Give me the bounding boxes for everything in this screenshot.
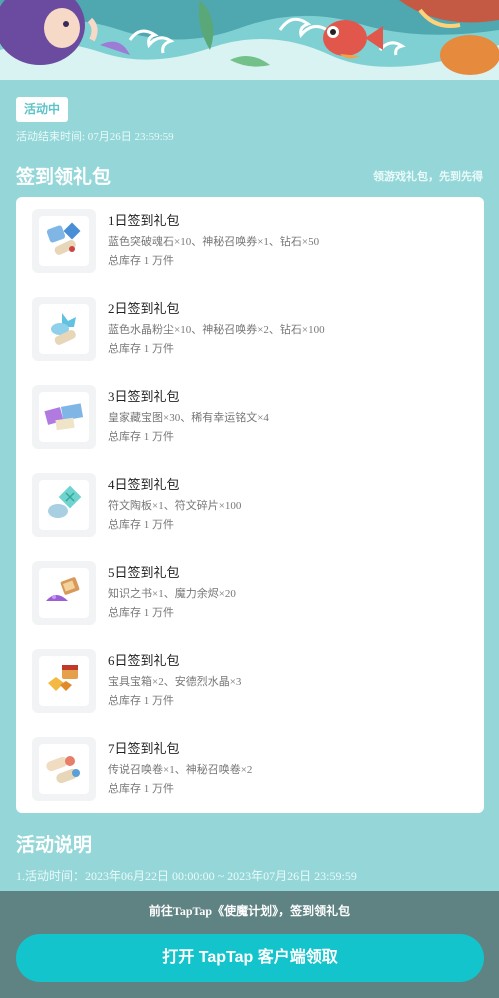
gift-name: 1日签到礼包 (108, 213, 180, 228)
gift-desc: 蓝色水晶粉尘×10、神秘召唤券×2、钻石×100 (108, 324, 325, 336)
gift-stock: 总库存 1 万件 (108, 519, 174, 531)
gift-name: 2日签到礼包 (108, 301, 180, 316)
gift-desc: 蓝色突破魂石×10、神秘召唤券×1、钻石×50 (108, 236, 320, 248)
gift-stock: 总库存 1 万件 (108, 255, 174, 267)
gift-section-hint: 领游戏礼包，先到先得 (373, 171, 483, 183)
book-ember-icon (32, 561, 96, 625)
bottom-tip: 前往TapTap《使魔计划》，签到领礼包 (148, 904, 351, 918)
status-badge: 活动中 (16, 97, 69, 122)
gift-stock: 总库存 1 万件 (108, 783, 174, 795)
open-taptap-button[interactable]: 打开 TapTap 客户端领取 (16, 934, 484, 982)
gift-item-day-7[interactable]: 7日签到礼包 传说召唤卷×1、神秘召唤卷×2 总库存 1 万件 (32, 737, 472, 801)
gift-item-day-5[interactable]: 5日签到礼包 知识之书×1、魔力余烬×20 总库存 1 万件 (32, 561, 472, 625)
banner-illustration (0, 0, 499, 80)
gift-desc: 传说召唤卷×1、神秘召唤卷×2 (108, 764, 253, 776)
gift-desc: 符文陶板×1、符文碎片×100 (108, 500, 242, 512)
gift-desc: 知识之书×1、魔力余烬×20 (108, 588, 236, 600)
gift-stock: 总库存 1 万件 (108, 607, 174, 619)
treasure-map-inscription-icon (32, 385, 96, 449)
gift-stock: 总库存 1 万件 (108, 695, 174, 707)
gift-name: 4日签到礼包 (108, 477, 180, 492)
crystal-dust-scroll-icon (32, 297, 96, 361)
gift-stock: 总库存 1 万件 (108, 343, 174, 355)
gift-item-day-3[interactable]: 3日签到礼包 皇家藏宝图×30、稀有幸运铭文×4 总库存 1 万件 (32, 385, 472, 449)
gift-item-day-4[interactable]: 4日签到礼包 符文陶板×1、符文碎片×100 总库存 1 万件 (32, 473, 472, 537)
banner-artwork (0, 0, 499, 80)
gift-name: 5日签到礼包 (108, 565, 180, 580)
gift-item-day-1[interactable]: 1日签到礼包 蓝色突破魂石×10、神秘召唤券×1、钻石×50 总库存 1 万件 (32, 209, 472, 273)
gift-name: 6日签到礼包 (108, 653, 180, 668)
description-title: 活动说明 (16, 835, 93, 856)
activity-end-time: 活动结束时间: 07月26日 23:59:59 (16, 131, 174, 143)
gift-name: 7日签到礼包 (108, 741, 180, 756)
gift-item-day-2[interactable]: 2日签到礼包 蓝色水晶粉尘×10、神秘召唤券×2、钻石×100 总库存 1 万件 (32, 297, 472, 361)
gift-item-day-6[interactable]: 6日签到礼包 宝具宝箱×2、安德烈水晶×3 总库存 1 万件 (32, 649, 472, 713)
summon-scroll-icon (32, 737, 96, 801)
gift-name: 3日签到礼包 (108, 389, 180, 404)
description-line: 1.活动时间：2023年06月22日 00:00:00 ~ 2023年07月26… (16, 869, 357, 883)
gift-desc: 皇家藏宝图×30、稀有幸运铭文×4 (108, 412, 269, 424)
gift-section-title: 签到领礼包 (16, 167, 112, 188)
treasure-chest-crystal-icon (32, 649, 96, 713)
soulstone-scroll-gem-icon (32, 209, 96, 273)
gift-desc: 宝具宝箱×2、安德烈水晶×3 (108, 676, 242, 688)
bottom-action-bar: 前往TapTap《使魔计划》，签到领礼包 打开 TapTap 客户端领取 (0, 891, 499, 998)
gift-list-card: 1日签到礼包 蓝色突破魂石×10、神秘召唤券×1、钻石×50 总库存 1 万件 … (16, 197, 484, 813)
gift-stock: 总库存 1 万件 (108, 431, 174, 443)
rune-tablet-icon (32, 473, 96, 537)
